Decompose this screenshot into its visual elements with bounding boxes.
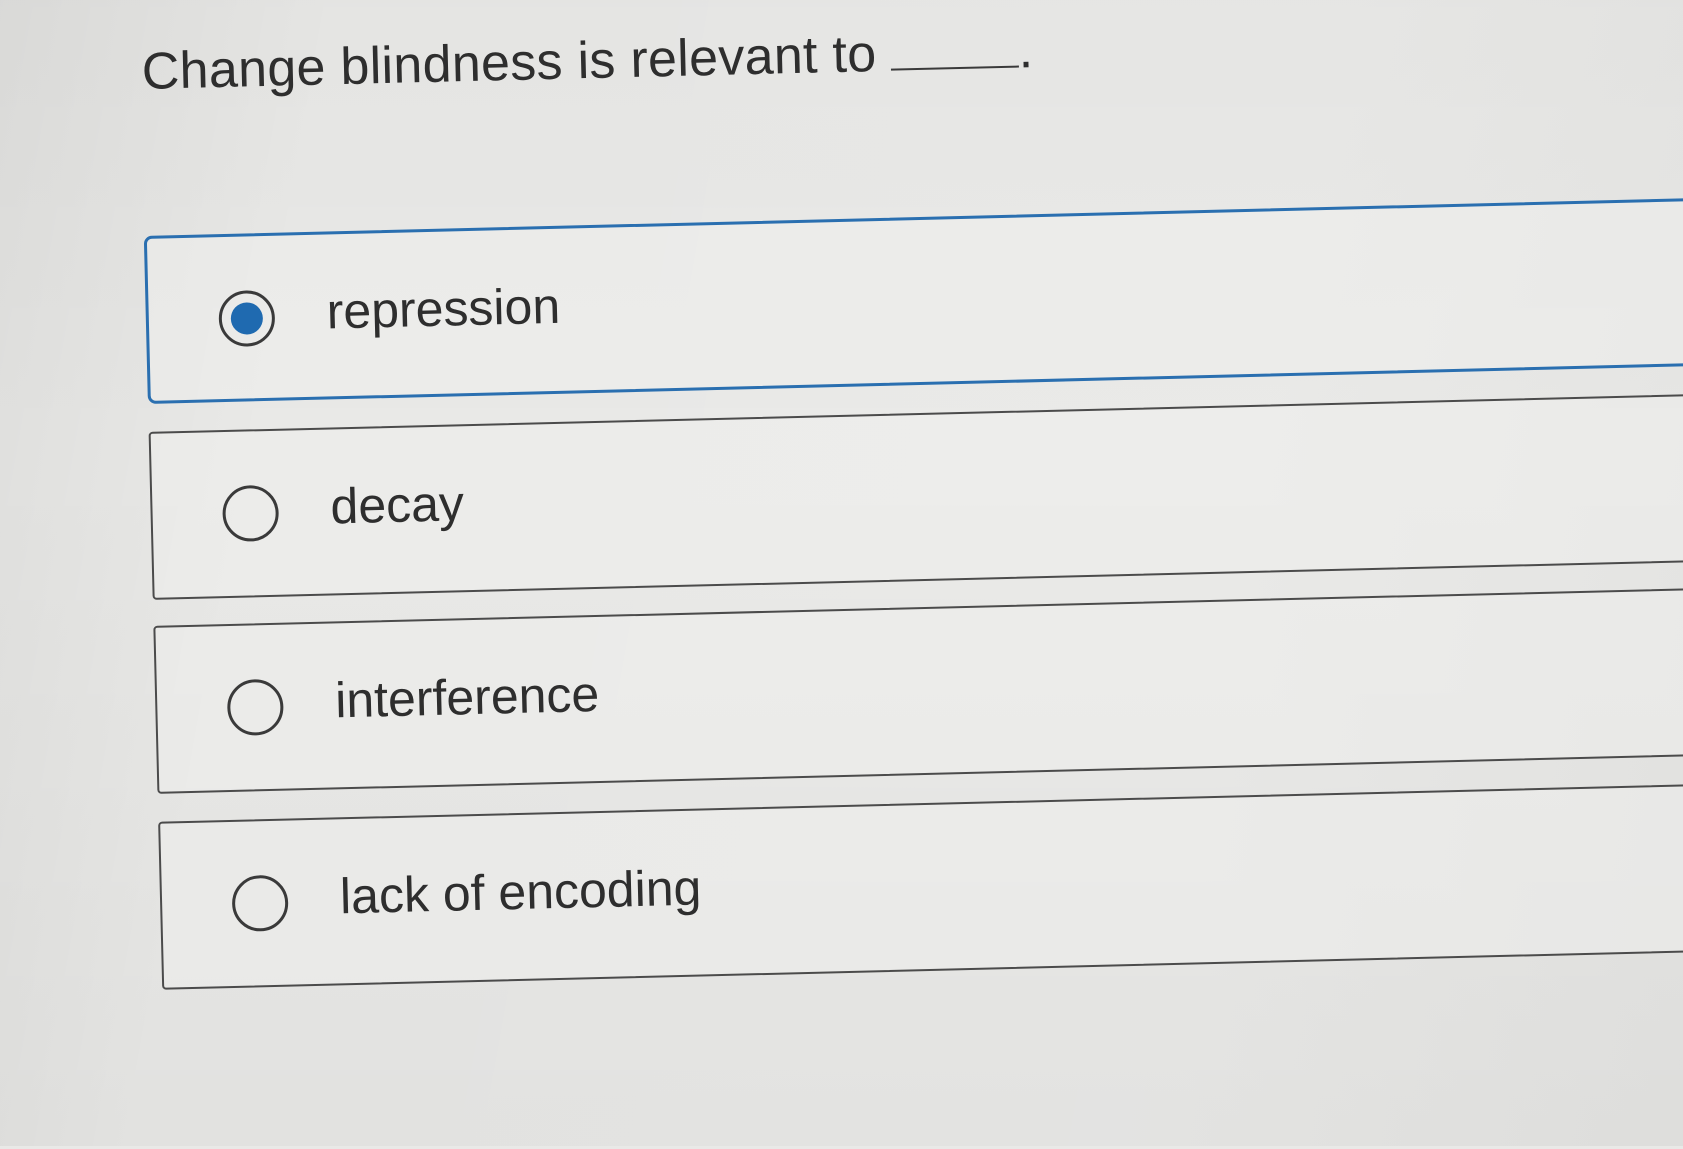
option-label: interference: [334, 665, 600, 729]
question-prompt: Change blindness is relevant to.: [141, 20, 1034, 102]
radio-selected-icon[interactable]: [218, 289, 276, 348]
radio-unselected-icon[interactable]: [226, 678, 285, 737]
radio-unselected-icon[interactable]: [231, 874, 289, 932]
option-lack-of-encoding[interactable]: lack of encoding: [158, 782, 1683, 990]
option-label: lack of encoding: [339, 859, 702, 925]
radio-dot: [230, 302, 264, 335]
option-repression[interactable]: repression: [143, 196, 1683, 404]
question-period: .: [1017, 21, 1034, 80]
option-interference[interactable]: interference: [153, 586, 1683, 794]
question-text: Change blindness is relevant to: [141, 25, 878, 101]
option-label: decay: [329, 475, 465, 535]
option-label: repression: [326, 277, 561, 340]
question-panel: Change blindness is relevant to. repress…: [0, 0, 1683, 1149]
radio-unselected-icon[interactable]: [221, 484, 280, 543]
option-decay[interactable]: decay: [148, 392, 1683, 600]
answer-blank: [889, 31, 1019, 71]
